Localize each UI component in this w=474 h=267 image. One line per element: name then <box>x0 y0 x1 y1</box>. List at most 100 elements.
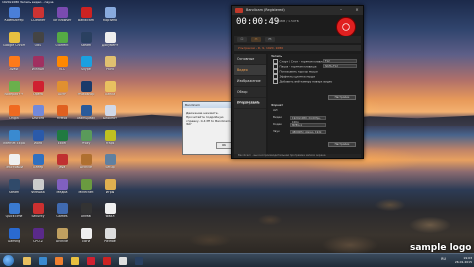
desktop-icon[interactable]: Текстовый <box>3 154 25 176</box>
desktop-icon[interactable]: Блокнот <box>99 105 121 127</box>
desktop-icon[interactable]: Avast <box>3 56 25 78</box>
rectangle-mode-button[interactable]: ☐ <box>237 37 247 42</box>
desktop-icon[interactable]: Файл <box>99 203 121 225</box>
game-mode-button[interactable]: 🎮 <box>265 37 275 42</box>
desktop-icon[interactable]: Папка <box>99 80 121 103</box>
desktop-icon[interactable]: AIMP <box>51 80 73 103</box>
desktop-icon[interactable]: Bandicam <box>75 7 97 29</box>
checkbox[interactable] <box>273 59 278 64</box>
format-row-value[interactable]: MPEG-1 <box>290 122 326 127</box>
system-clock[interactable]: 19:03 26.01.2015 <box>455 256 472 264</box>
desktop-icon[interactable]: Setup <box>99 154 121 176</box>
dialog-ok-button[interactable]: OK <box>216 142 232 149</box>
desktop-icon[interactable]: Gaming <box>3 227 25 250</box>
desktop-icon[interactable]: Tor Browser <box>51 7 73 29</box>
fullscreen-mode-button[interactable]: ▭ <box>251 37 261 42</box>
desktop-icon[interactable]: Java <box>51 154 73 176</box>
desktop-icon[interactable]: Word <box>27 129 49 152</box>
record-hotkey-field[interactable]: F12 <box>323 59 357 63</box>
start-button-icon[interactable] <box>3 255 14 266</box>
desktop-icon[interactable]: Firefox <box>51 105 73 127</box>
desktop-icon[interactable]: Opera <box>27 80 49 103</box>
desktop-icon[interactable]: TeamSpeak <box>75 105 97 127</box>
desktop-icon[interactable]: Игры <box>99 178 121 201</box>
checkbox[interactable] <box>273 69 278 74</box>
desktop-icon[interactable]: OBS <box>27 31 49 54</box>
desktop-icon[interactable]: Google Chrome <box>3 31 25 54</box>
sidebar-item[interactable]: Основные <box>234 54 266 65</box>
desktop-icon[interactable]: Excel <box>51 129 73 152</box>
desktop-icon[interactable]: Steam <box>75 31 97 54</box>
desktop-icon[interactable]: VLC <box>51 56 73 78</box>
desktop-icon[interactable]: Steam <box>3 178 25 201</box>
desktop-icon[interactable]: Skype <box>75 56 97 78</box>
desktop-icon[interactable]: Proxy <box>75 129 97 152</box>
record-button[interactable] <box>336 17 356 37</box>
format-row-value[interactable]: 48000Hz, stereo, 192k <box>290 129 326 134</box>
desktop-icon[interactable]: Internet Explorer <box>3 129 25 152</box>
record-option-row[interactable]: Добавить веб-камеру поверх видео <box>268 79 361 84</box>
desktop-icon-label: Документ <box>101 43 119 47</box>
desktop-icon-label: Папка <box>104 92 116 96</box>
desktop-icon-label: Компьютер <box>4 19 24 22</box>
app-icon <box>56 105 68 116</box>
desktop-icon-label: Excel <box>57 141 67 145</box>
desktop-icon[interactable]: Games <box>51 203 73 225</box>
checkbox[interactable] <box>273 74 278 79</box>
opera-icon <box>87 256 95 265</box>
pause-hotkey-field[interactable]: Shift+F12 <box>323 64 357 68</box>
desktop-icon[interactable]: Логи <box>75 227 97 250</box>
taskbar-opera-button[interactable] <box>84 255 98 266</box>
app-icon <box>56 227 68 239</box>
taskbar-steam-button[interactable] <box>132 255 146 266</box>
sidebar-item[interactable]: О программе <box>234 98 266 109</box>
checkbox[interactable] <box>273 79 278 84</box>
desktop-icon-label: Archive <box>56 239 68 243</box>
taskbar-media-button[interactable] <box>52 255 66 266</box>
desktop-icon[interactable]: Документ <box>99 31 121 54</box>
taskbar-explorer-button[interactable] <box>20 255 34 266</box>
desktop-icon[interactable]: QuickTime <box>3 203 25 225</box>
desktop-icon[interactable]: Флешка <box>27 178 49 201</box>
language-indicator[interactable]: RU <box>441 257 446 261</box>
taskbar-bandicam-button[interactable] <box>100 255 114 266</box>
desktop-icon[interactable]: Archive <box>75 154 97 176</box>
taskbar-aimp-button[interactable] <box>116 255 130 266</box>
desktop-icon[interactable]: Медиа <box>51 178 73 201</box>
sidebar-item[interactable]: Обзор результатов <box>234 87 266 104</box>
format-settings-button[interactable]: Настройки <box>328 142 356 147</box>
format-row-value[interactable]: 1920x1080, 24.00fps, 100q <box>290 115 326 124</box>
desktop-icon[interactable]: Корзина <box>99 7 121 29</box>
desktop-icon[interactable]: uTorrent <box>51 31 73 54</box>
sidebar-item[interactable]: Видео <box>234 65 266 76</box>
taskbar-ie-button[interactable] <box>36 255 50 266</box>
desktop-icon[interactable]: Unreal <box>75 203 97 225</box>
desktop-icon[interactable]: Discord <box>27 105 49 127</box>
taskbar-chrome-button[interactable] <box>68 255 82 266</box>
desktop-icon[interactable]: Security <box>27 203 49 225</box>
bandicam-titlebar[interactable]: Bandicam (Registered) – × <box>232 6 363 15</box>
desktop-icon[interactable]: Разное <box>99 227 121 250</box>
checkbox[interactable] <box>273 64 278 69</box>
desktop-icon[interactable]: Origin <box>3 105 25 127</box>
record-settings-button[interactable]: Настройки <box>328 95 356 100</box>
desktop-icon[interactable]: WinRAR <box>27 56 49 78</box>
message-dialog[interactable]: Bandicam Движение нажмите. Прочитайте по… <box>182 101 237 155</box>
desktop-icon[interactable]: Плеер <box>27 154 49 176</box>
desktop-icon[interactable]: Компьютер <box>3 7 25 29</box>
video-settings-panel: Запись Старт / Стоп - горячая клавиша Пау… <box>268 54 361 154</box>
desktop-icon-label: Photoshop <box>77 92 95 96</box>
desktop-icon[interactable]: Minecraft <box>75 178 97 201</box>
desktop-icon[interactable]: Fraps <box>99 129 121 152</box>
desktop-icon[interactable]: Paint <box>99 56 121 78</box>
sidebar-item[interactable]: Изображение <box>234 76 266 87</box>
desktop-icon[interactable]: Archive <box>51 227 73 250</box>
app-icon <box>80 7 92 18</box>
desktop-icon[interactable]: Photoshop <box>75 80 97 103</box>
desktop-icon[interactable]: CPU-Z <box>27 227 49 250</box>
desktop-icon[interactable]: Notepad++ <box>3 80 25 103</box>
desktop-icon[interactable]: CCleaner <box>27 7 49 29</box>
desktop-icon-label: QuickTime <box>5 215 23 218</box>
close-icon[interactable]: × <box>353 7 361 13</box>
minimize-icon[interactable]: – <box>337 7 345 13</box>
